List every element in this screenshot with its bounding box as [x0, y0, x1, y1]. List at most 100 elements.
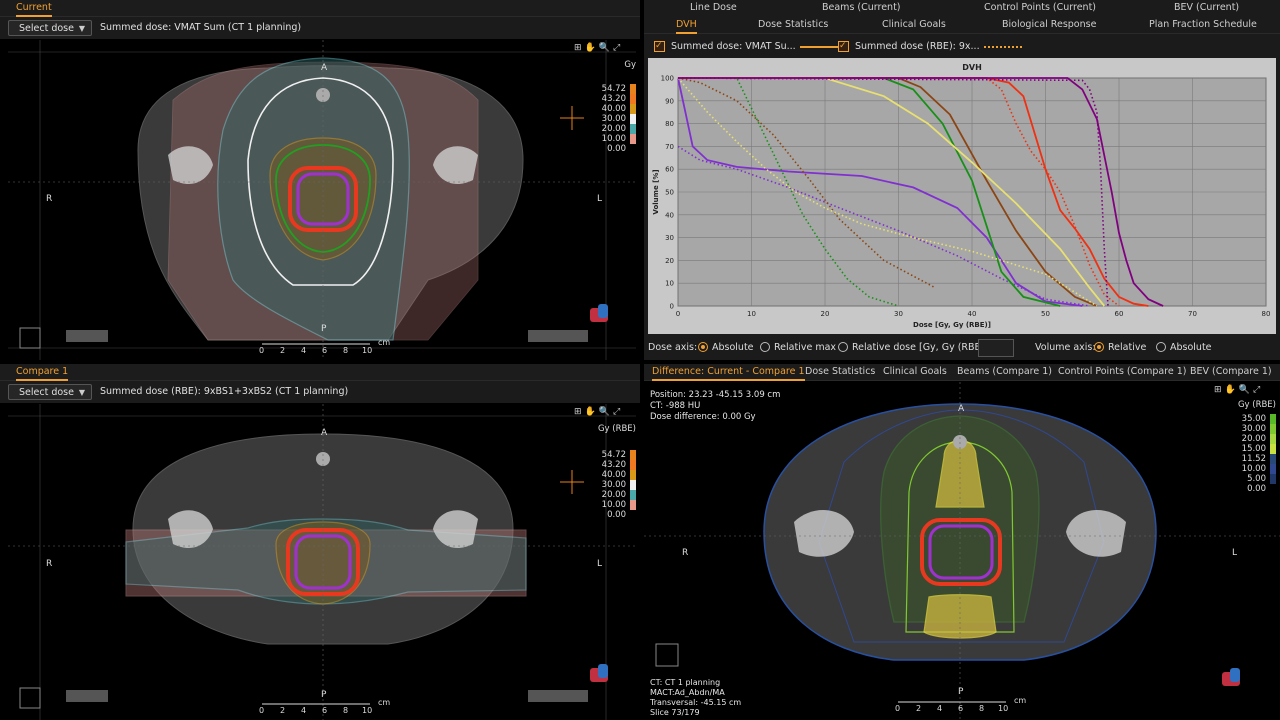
dvh-chart-frame: 0 10 20 30 40 50 60 70 80 0 10 20 30 40 50 60 70 80 90 100 D… — [648, 58, 1276, 334]
legend-swatch — [630, 84, 636, 94]
tab-beams-compare[interactable]: Beams (Compare 1) — [957, 365, 1052, 379]
footer-mact: MACT:Ad_Abdn/MA — [650, 688, 725, 697]
ct-slice-image — [8, 404, 636, 720]
view-tools-icons[interactable]: ⊞✋🔍⤢ — [574, 407, 623, 417]
volume-axis-label: Volume axis: — [1035, 342, 1096, 353]
orient-anterior: A — [321, 428, 328, 438]
chevron-down-icon: ▼ — [78, 388, 85, 397]
y-tick-label: 50 — [665, 189, 674, 197]
tab-plan-fraction-schedule[interactable]: Plan Fraction Schedule — [1149, 18, 1257, 32]
radio-dose-absolute[interactable]: Absolute — [698, 341, 754, 355]
tab-clinical-goals[interactable]: Clinical Goals — [882, 18, 946, 32]
tabs-row-1: Line Dose Beams (Current) Control Points… — [644, 0, 1280, 16]
chevron-down-icon: ▼ — [78, 24, 85, 33]
position-readout: Position: 23.23 -45.15 3.09 cm — [650, 390, 781, 400]
tab-difference[interactable]: Difference: Current - Compare 1 — [652, 365, 805, 381]
current-view-panel: Current Select dose ▼ Summed dose: VMAT S… — [0, 0, 640, 360]
view-tools-icons[interactable]: ⊞✋🔍⤢ — [1214, 385, 1263, 395]
y-axis-label: Volume [%] — [652, 169, 660, 214]
checkbox-checked-icon — [838, 39, 849, 53]
dose-difference-legend: Gy (RBE) 35.00 30.00 20.00 15.00 11.52 1… — [1237, 400, 1276, 494]
tab-biological-response[interactable]: Biological Response — [1002, 18, 1096, 32]
tab-bev-current[interactable]: BEV (Current) — [1174, 1, 1239, 15]
tab-current[interactable]: Current — [16, 1, 52, 17]
dotted-line-icon — [983, 45, 1022, 48]
radio-selected-icon — [1094, 341, 1104, 352]
tab-control-points-compare[interactable]: Control Points (Compare 1) — [1058, 365, 1187, 379]
ct-view-difference[interactable]: Position: 23.23 -45.15 3.09 cm CT: -988 … — [644, 382, 1280, 720]
y-tick-label: 40 — [665, 211, 674, 219]
orient-right: R — [46, 559, 53, 569]
x-tick-label: 0 — [676, 310, 680, 318]
tab-beams-current[interactable]: Beams (Current) — [822, 1, 901, 15]
y-tick-label: 100 — [661, 75, 674, 83]
orient-anterior: A — [321, 63, 328, 73]
compare-view-panel: Compare 1 Select dose ▼ Summed dose (RBE)… — [0, 364, 640, 720]
tab-clinical-goals-compare[interactable]: Clinical Goals — [883, 365, 947, 379]
compare-tab-bar: Compare 1 — [0, 364, 640, 381]
x-tick-label: 30 — [894, 310, 903, 318]
legend-swatch — [630, 94, 636, 104]
orient-left: L — [1232, 548, 1238, 558]
view-tools-icons[interactable]: ⊞✋🔍⤢ — [574, 43, 623, 53]
solid-line-icon — [799, 45, 838, 48]
radio-volume-relative[interactable]: Relative — [1094, 341, 1146, 355]
tab-dose-statistics-compare[interactable]: Dose Statistics — [805, 365, 875, 379]
tab-dose-statistics[interactable]: Dose Statistics — [758, 18, 828, 32]
orient-posterior: P — [321, 324, 327, 334]
tab-dvh[interactable]: DVH — [676, 18, 697, 34]
series-toggle-rbe[interactable]: Summed dose (RBE): 9x... — [838, 39, 1022, 54]
radio-volume-absolute[interactable]: Absolute — [1156, 341, 1212, 355]
difference-tab-bar: Difference: Current - Compare 1 Dose Sta… — [644, 364, 1280, 381]
radio-icon — [760, 341, 770, 352]
current-tab-bar: Current — [0, 0, 640, 17]
dose-axis-label: Dose axis: — [648, 342, 698, 353]
radio-selected-icon — [698, 341, 708, 352]
tab-bev-compare[interactable]: BEV (Compare 1) — [1190, 365, 1272, 379]
radio-dose-relative-max[interactable]: Relative max — [760, 341, 836, 355]
y-tick-label: 20 — [665, 257, 674, 265]
x-tick-label: 50 — [1041, 310, 1050, 318]
legend-swatch — [630, 460, 636, 470]
radio-dose-relative-dose[interactable]: Relative dose [Gy, Gy (RBE)]: — [838, 341, 991, 355]
ct-slice-image — [8, 40, 636, 360]
tab-control-points-current[interactable]: Control Points (Current) — [984, 1, 1096, 15]
select-dose-label: Select dose — [19, 387, 74, 398]
orient-left: L — [597, 559, 603, 569]
ct-hu-readout: CT: -988 HU — [650, 401, 701, 411]
tab-compare-1[interactable]: Compare 1 — [16, 365, 69, 381]
legend-swatch — [1270, 444, 1276, 454]
dvh-chart[interactable]: 0 10 20 30 40 50 60 70 80 0 10 20 30 40 50 60 70 80 90 100 D… — [648, 58, 1276, 334]
checkbox-checked-icon — [654, 39, 665, 53]
current-toolbar: Select dose ▼ Summed dose: VMAT Sum (CT 1… — [0, 17, 640, 39]
relative-dose-input[interactable] — [978, 339, 1014, 357]
y-tick-label: 80 — [665, 120, 674, 128]
legend-swatch — [630, 500, 636, 510]
x-tick-label: 80 — [1262, 310, 1271, 318]
legend-swatch — [630, 114, 636, 124]
ct-view-current[interactable]: A P R L ⊞✋🔍⤢ Gy 54.72 43.20 40.00 30.00 … — [8, 40, 636, 360]
legend-swatch — [630, 470, 636, 480]
ct-view-compare[interactable]: A P R L ⊞✋🔍⤢ Gy (RBE) 54.72 43.20 40.00 … — [8, 404, 636, 720]
legend-swatch — [1270, 414, 1276, 424]
radio-icon — [838, 341, 848, 352]
orient-right: R — [682, 548, 689, 558]
y-tick-label: 0 — [670, 303, 674, 311]
y-tick-label: 10 — [665, 280, 674, 288]
tab-line-dose[interactable]: Line Dose — [690, 1, 737, 15]
legend-swatch — [1270, 454, 1276, 464]
summed-dose-label: Summed dose (RBE): 9xBS1+3xBS2 (CT 1 pla… — [100, 386, 349, 397]
legend-swatch — [1270, 424, 1276, 434]
orient-left: L — [597, 194, 603, 204]
compare-toolbar: Select dose ▼ Summed dose (RBE): 9xBS1+3x… — [0, 381, 640, 403]
x-tick-label: 20 — [821, 310, 830, 318]
y-tick-label: 70 — [665, 143, 674, 151]
series-toggle-vmat[interactable]: Summed dose: VMAT Su... — [654, 39, 838, 54]
footer-ct-name: CT: CT 1 planning — [650, 678, 721, 687]
select-dose-button[interactable]: Select dose ▼ — [8, 384, 92, 400]
select-dose-button[interactable]: Select dose ▼ — [8, 20, 92, 36]
legend-swatch — [630, 124, 636, 134]
dose-legend: Gy 54.72 43.20 40.00 30.00 20.00 10.00 0… — [601, 60, 636, 154]
orient-right: R — [46, 194, 53, 204]
legend-swatch — [630, 450, 636, 460]
